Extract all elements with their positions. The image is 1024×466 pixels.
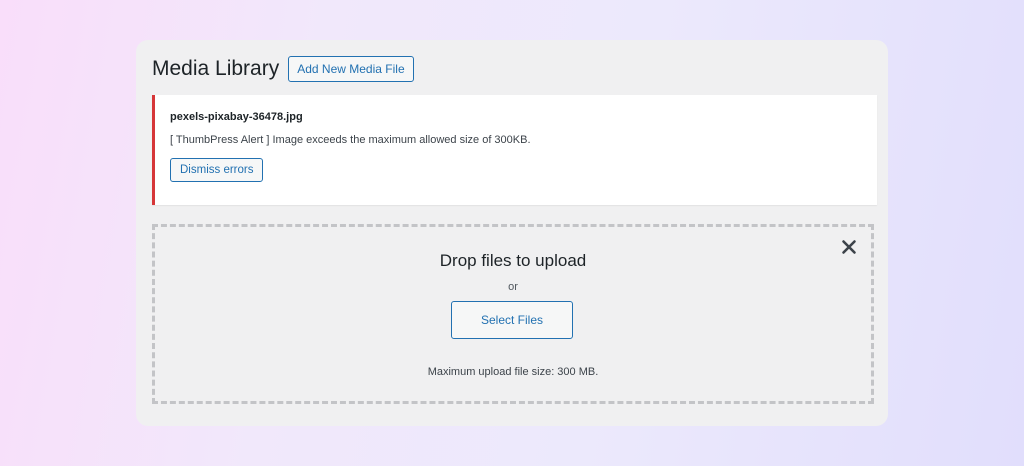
- error-notice: pexels-pixabay-36478.jpg [ ThumbPress Al…: [152, 95, 877, 205]
- page-title: Media Library: [152, 57, 280, 80]
- max-upload-size: Maximum upload file size: 300 MB.: [427, 366, 599, 378]
- select-files-button[interactable]: Select Files: [451, 301, 573, 339]
- dismiss-errors-button[interactable]: Dismiss errors: [170, 158, 264, 182]
- or-separator: or: [508, 281, 518, 293]
- media-library-panel: Media Library Add New Media File pexels-…: [136, 40, 888, 426]
- drop-files-title: Drop files to upload: [439, 251, 587, 270]
- notice-filename: pexels-pixabay-36478.jpg: [170, 111, 303, 123]
- upload-dropzone[interactable]: Drop files to upload or Select Files Max…: [152, 224, 874, 404]
- notice-message: [ ThumbPress Alert ] Image exceeds the m…: [170, 134, 531, 146]
- page-header: Media Library Add New Media File: [152, 56, 414, 82]
- add-new-media-button[interactable]: Add New Media File: [288, 56, 414, 82]
